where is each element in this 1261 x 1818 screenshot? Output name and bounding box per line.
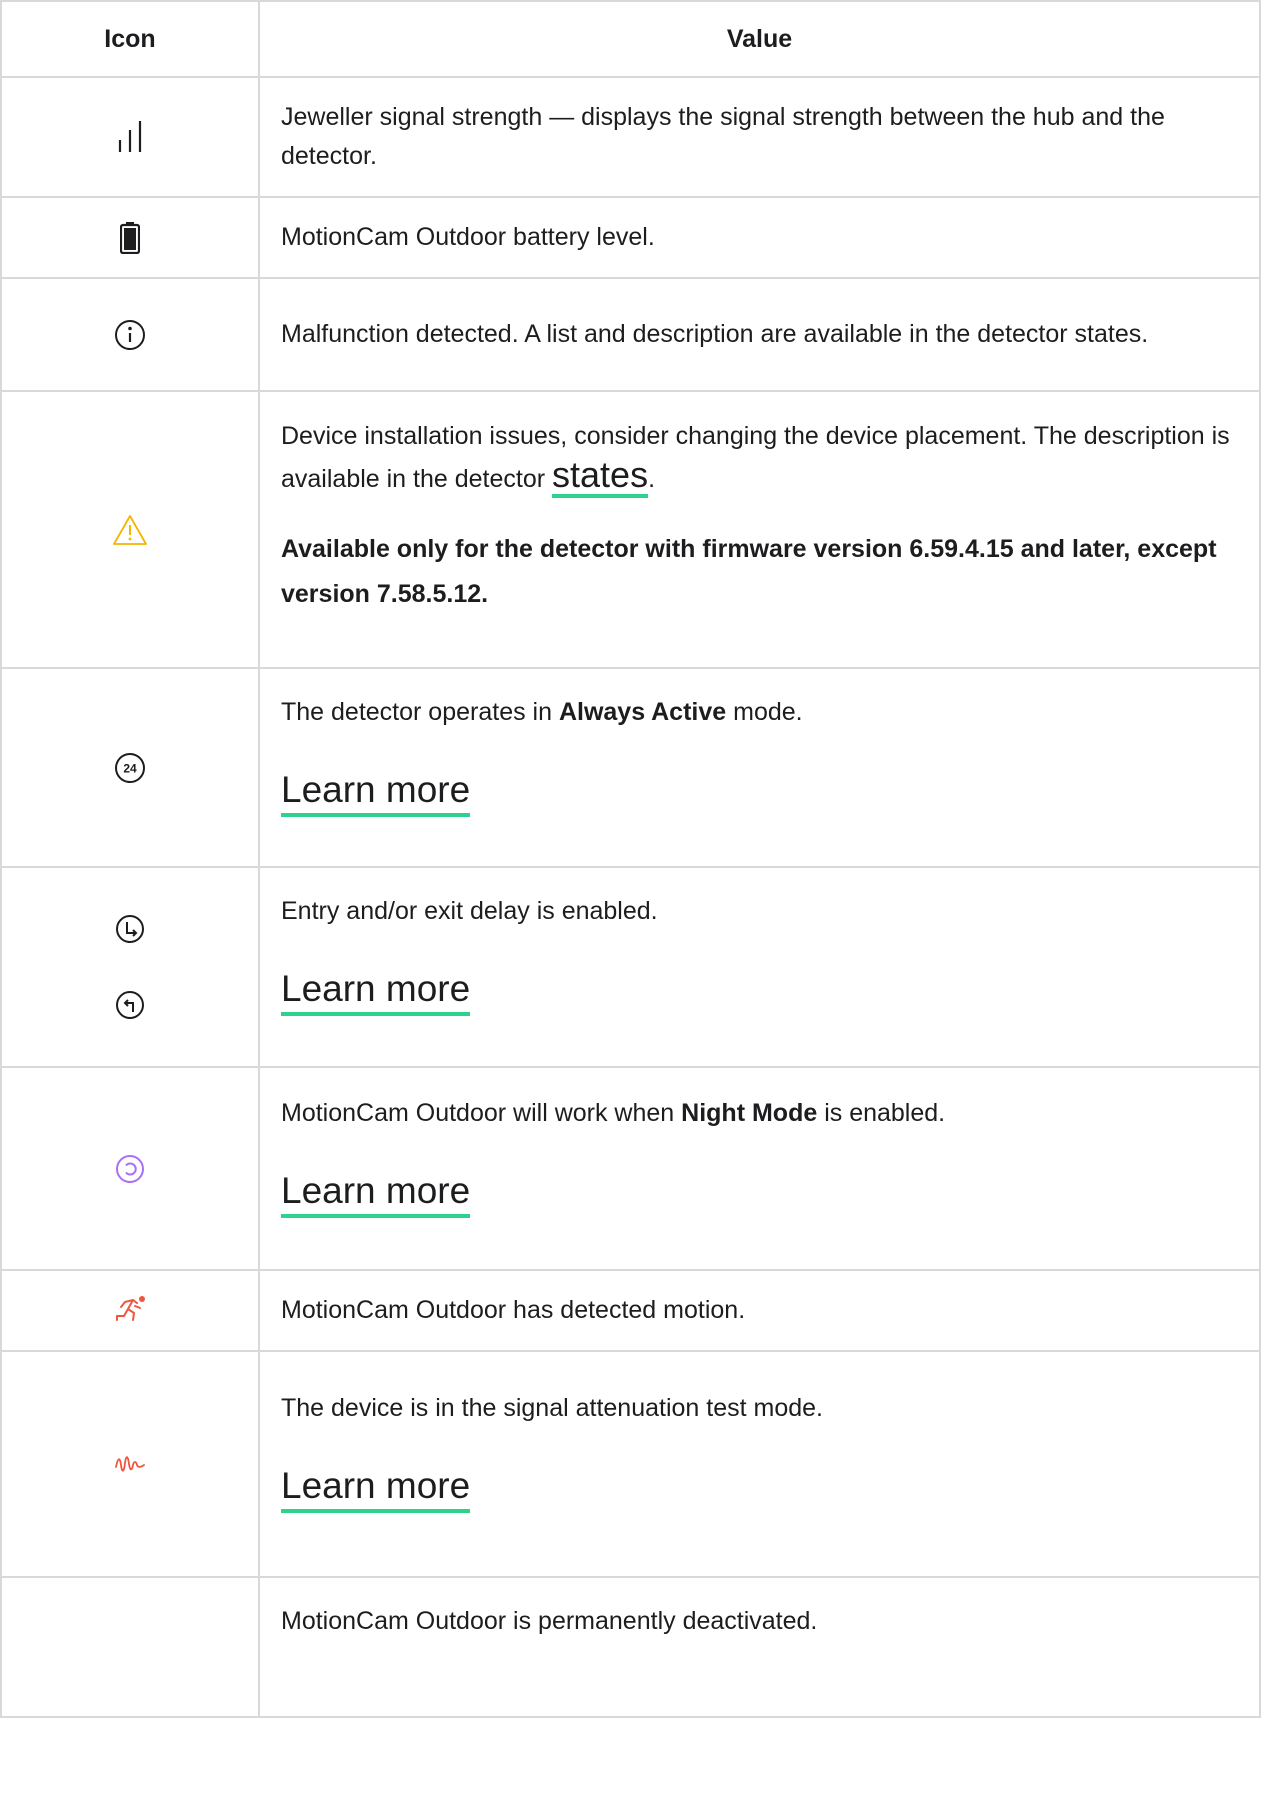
battery-icon xyxy=(120,221,140,254)
states-link[interactable]: states xyxy=(552,455,649,498)
table-row-attenuation: The device is in the signal attenuation … xyxy=(0,1350,1261,1578)
value-cell: The device is in the signal attenuation … xyxy=(258,1350,1261,1578)
row-text: MotionCam Outdoor battery level. xyxy=(281,223,655,251)
table-row-battery: MotionCam Outdoor battery level. xyxy=(0,196,1261,279)
table-row-night-mode: MotionCam Outdoor will work when Night M… xyxy=(0,1066,1261,1271)
info-icon xyxy=(114,319,146,351)
table-row-always-active: 24 The detector operates in Always Activ… xyxy=(0,667,1261,868)
icon-legend-table: Icon Value Jeweller signal strength — di… xyxy=(0,0,1261,1718)
icon-cell xyxy=(0,1066,260,1271)
table-row-motion: MotionCam Outdoor has detected motion. xyxy=(0,1269,1261,1352)
always-active-label: Always Active xyxy=(558,697,727,726)
row-text-after: is enabled. xyxy=(817,1098,946,1127)
icon-cell xyxy=(0,196,260,279)
value-cell: MotionCam Outdoor battery level. xyxy=(258,196,1261,279)
motion-detected-icon xyxy=(113,1294,147,1328)
icon-cell xyxy=(0,1350,260,1578)
icon-cell xyxy=(0,390,260,669)
row-text: MotionCam Outdoor will work when Night M… xyxy=(281,1094,1233,1133)
firmware-note: Available only for the detector with fir… xyxy=(281,534,1217,608)
delay-icons xyxy=(2,914,258,1020)
row-text-before: MotionCam Outdoor will work when xyxy=(281,1098,682,1127)
row-text: Jeweller signal strength — displays the … xyxy=(281,103,1165,170)
row-text: MotionCam Outdoor is permanently deactiv… xyxy=(281,1607,818,1635)
icon-cell: 24 xyxy=(0,667,260,868)
exit-delay-icon xyxy=(115,990,145,1020)
row-text: Device installation issues, consider cha… xyxy=(281,417,1233,499)
row-text: Entry and/or exit delay is enabled. xyxy=(281,897,658,925)
value-cell: Device installation issues, consider cha… xyxy=(258,390,1261,669)
row-text-after: mode. xyxy=(726,697,803,726)
table-row-deactivated: MotionCam Outdoor is permanently deactiv… xyxy=(0,1576,1261,1718)
learn-more-link[interactable]: Learn more xyxy=(281,967,471,1016)
icon-cell xyxy=(0,277,260,392)
row-text-before: The detector operates in xyxy=(281,697,559,726)
row-text-before: Device installation issues, consider cha… xyxy=(281,421,1230,493)
night-mode-icon xyxy=(115,1154,145,1184)
row-text: The device is in the signal attenuation … xyxy=(281,1394,823,1422)
row-text-after: . xyxy=(648,464,656,493)
header-value: Value xyxy=(258,0,1261,78)
always-active-24-label: 24 xyxy=(123,761,137,775)
row-text: MotionCam Outdoor has detected motion. xyxy=(281,1296,746,1324)
entry-delay-icon xyxy=(115,914,145,944)
table-row-signal: Jeweller signal strength — displays the … xyxy=(0,76,1261,198)
icon-cell xyxy=(0,1269,260,1352)
value-cell: Entry and/or exit delay is enabled. Lear… xyxy=(258,866,1261,1068)
table-row-installation: Device installation issues, consider cha… xyxy=(0,390,1261,669)
row-text: Malfunction detected. A list and descrip… xyxy=(281,320,1149,348)
learn-more-link[interactable]: Learn more xyxy=(281,1169,471,1218)
warning-icon xyxy=(112,514,148,546)
icon-cell xyxy=(0,76,260,198)
value-cell: MotionCam Outdoor will work when Night M… xyxy=(258,1066,1261,1271)
value-cell: The detector operates in Always Active m… xyxy=(258,667,1261,868)
value-cell: MotionCam Outdoor has detected motion. xyxy=(258,1269,1261,1352)
icon-cell xyxy=(0,866,260,1068)
table-row-delay: Entry and/or exit delay is enabled. Lear… xyxy=(0,866,1261,1068)
signal-strength-icon xyxy=(117,120,143,154)
table-header-row: Icon Value xyxy=(0,0,1261,78)
table-row-malfunction: Malfunction detected. A list and descrip… xyxy=(0,277,1261,392)
icon-cell xyxy=(0,1576,260,1718)
learn-more-link[interactable]: Learn more xyxy=(281,768,471,817)
row-text: The detector operates in Always Active m… xyxy=(281,693,1233,732)
signal-attenuation-icon xyxy=(115,1453,145,1475)
learn-more-link[interactable]: Learn more xyxy=(281,1464,471,1513)
value-cell: Jeweller signal strength — displays the … xyxy=(258,76,1261,198)
night-mode-label: Night Mode xyxy=(681,1098,818,1127)
value-cell: Malfunction detected. A list and descrip… xyxy=(258,277,1261,392)
always-active-24-icon: 24 xyxy=(114,752,146,784)
value-cell: MotionCam Outdoor is permanently deactiv… xyxy=(258,1576,1261,1718)
header-icon: Icon xyxy=(0,0,260,78)
